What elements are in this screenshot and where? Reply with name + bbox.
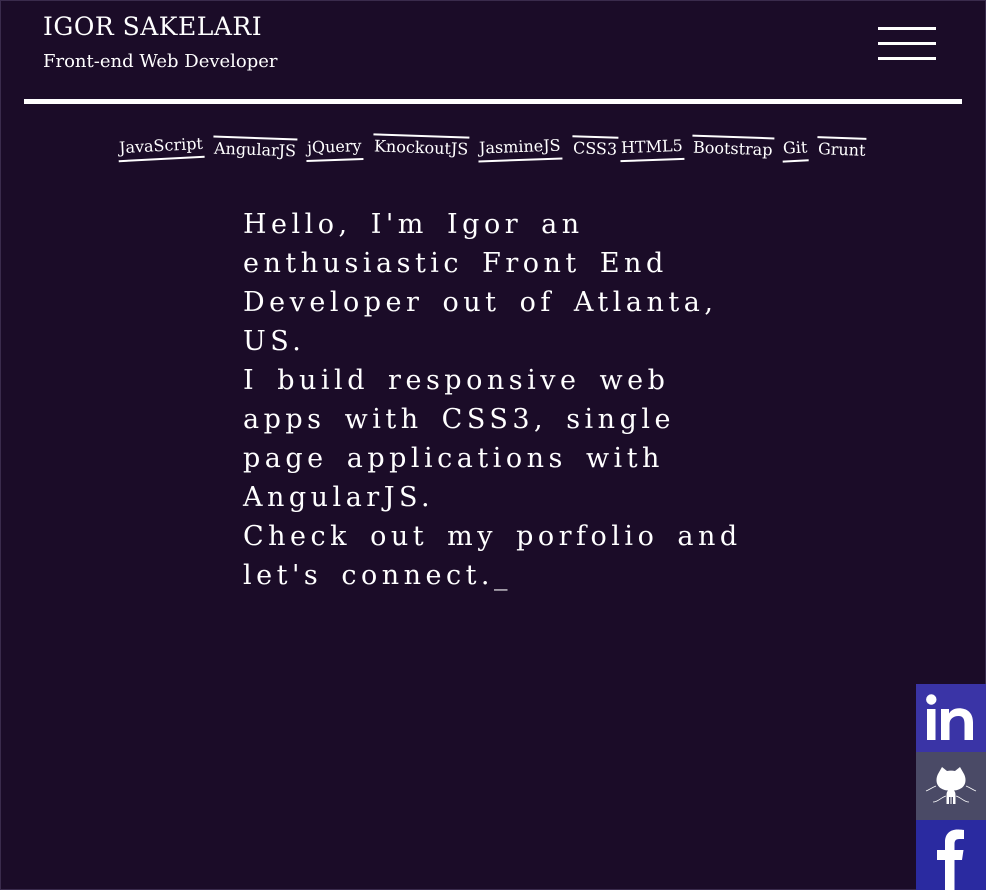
github-link[interactable] bbox=[916, 752, 986, 820]
intro-greeting: Hello, I'm Igor an enthusiastic Front En… bbox=[243, 209, 718, 357]
site-subtitle: Front-end Web Developer bbox=[43, 51, 278, 72]
linkedin-icon bbox=[926, 694, 973, 740]
skill-underline bbox=[478, 157, 563, 163]
skill-item: KnockoutJS bbox=[373, 133, 470, 159]
skill-label: AngularJS bbox=[213, 138, 297, 161]
skill-item: jQuery bbox=[306, 136, 364, 162]
skill-item: Grunt bbox=[817, 136, 867, 161]
skill-label: Bootstrap bbox=[692, 137, 773, 160]
intro-text: Hello, I'm Igor an enthusiastic Front En… bbox=[243, 205, 743, 595]
site-header: IGOR SAKELARI Front-end Web Developer bbox=[43, 10, 278, 74]
facebook-link[interactable] bbox=[916, 820, 986, 890]
skill-label: HTML5 bbox=[620, 135, 684, 158]
social-links bbox=[916, 684, 986, 890]
header-divider bbox=[24, 99, 962, 104]
intro-skills: I build responsive web apps with CSS3, s… bbox=[243, 365, 675, 513]
menu-line-icon bbox=[878, 42, 936, 45]
skill-item: JavaScript bbox=[118, 133, 205, 163]
site-name[interactable]: IGOR SAKELARI bbox=[43, 10, 278, 44]
skill-underline bbox=[306, 158, 364, 162]
skill-label: Git bbox=[782, 137, 808, 158]
skill-item: JasmineJS bbox=[478, 135, 563, 163]
skill-label: CSS3 bbox=[572, 138, 618, 159]
menu-line-icon bbox=[878, 27, 936, 30]
skill-underline bbox=[620, 157, 685, 163]
menu-line-icon bbox=[878, 57, 936, 60]
skill-label: jQuery bbox=[306, 136, 362, 157]
skill-item: Git bbox=[782, 137, 810, 163]
linkedin-link[interactable] bbox=[916, 684, 986, 752]
skill-label: JasmineJS bbox=[478, 135, 561, 158]
skill-underline bbox=[118, 155, 205, 163]
github-icon bbox=[925, 767, 977, 804]
skill-item: Bootstrap bbox=[692, 134, 774, 161]
facebook-icon bbox=[937, 829, 964, 890]
skill-label: KnockoutJS bbox=[373, 136, 469, 159]
skills-list: JavaScript AngularJS jQuery KnockoutJS J… bbox=[118, 130, 878, 170]
intro-cta: Check out my porfolio and let's connect.… bbox=[243, 521, 742, 591]
skill-item: HTML5 bbox=[620, 135, 685, 163]
skill-underline bbox=[782, 159, 810, 163]
skill-label: Grunt bbox=[817, 139, 866, 160]
hamburger-menu-button[interactable] bbox=[878, 27, 936, 63]
skill-label: JavaScript bbox=[118, 133, 204, 158]
skill-item: AngularJS bbox=[213, 135, 298, 162]
skill-item: CSS3 bbox=[572, 135, 619, 160]
